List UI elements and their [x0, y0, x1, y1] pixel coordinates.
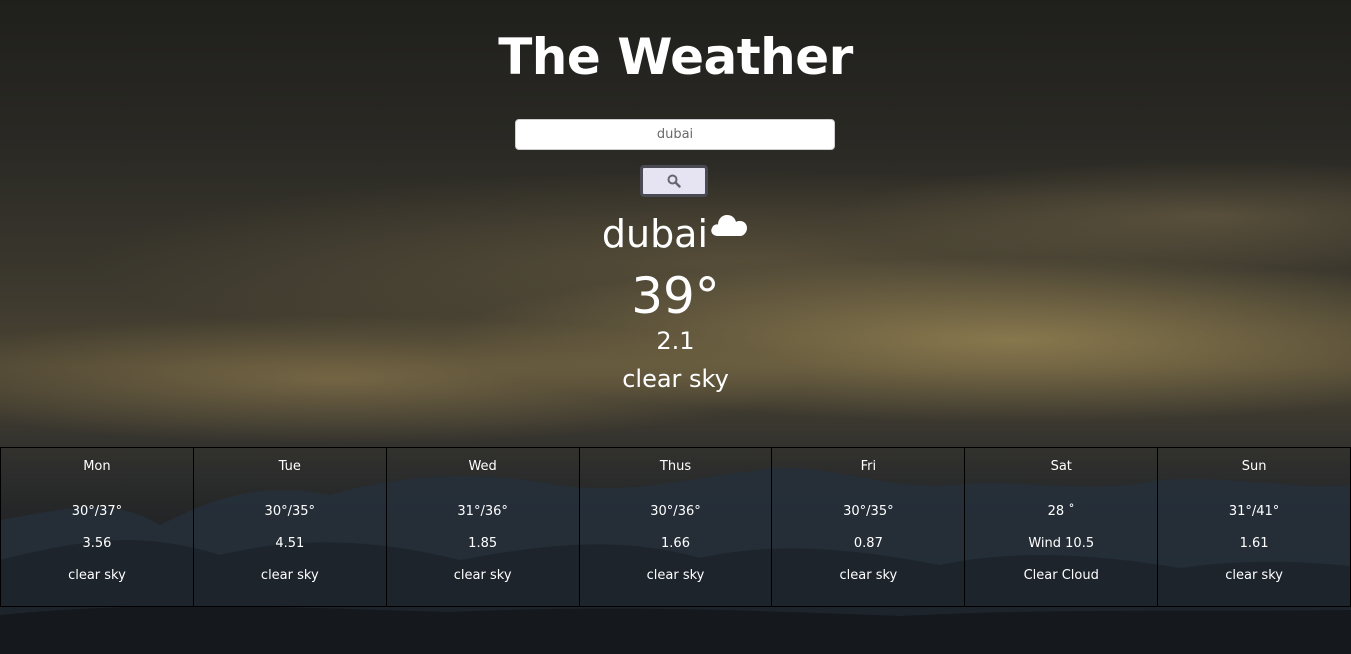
- search-button[interactable]: [640, 165, 708, 197]
- forecast-desc: clear sky: [839, 568, 898, 583]
- forecast-temp: 30°/36°: [650, 504, 701, 519]
- current-weather-header: dubai: [0, 212, 1351, 262]
- forecast-temp: 30°/35°: [264, 504, 316, 519]
- forecast-day-name: Fri: [860, 459, 877, 474]
- cloud-icon: [711, 215, 748, 236]
- forecast-day-mon: Mon 30°/37° 3.56 clear sky: [0, 447, 194, 607]
- forecast-day-wed: Wed 31°/36° 1.85 clear sky: [385, 447, 580, 607]
- forecast-desc: clear sky: [1225, 568, 1283, 583]
- forecast-day-sat: Sat 28 ˚ Wind 10.5 Clear Cloud: [964, 447, 1159, 607]
- forecast-day-name: Sun: [1241, 459, 1267, 474]
- forecast-wind: 3.56: [82, 536, 112, 551]
- forecast-temp: 28 ˚: [1047, 504, 1075, 519]
- forecast-temp: 31°/36°: [457, 504, 508, 519]
- forecast-desc: Clear Cloud: [1023, 568, 1099, 583]
- forecast-wind: 1.85: [468, 536, 498, 551]
- search-icon: [667, 174, 681, 188]
- forecast-wind: 1.61: [1239, 536, 1269, 551]
- forecast-row: Mon 30°/37° 3.56 clear sky Tue 30°/35° 4…: [0, 447, 1351, 607]
- forecast-temp: 31°/41°: [1228, 504, 1280, 519]
- forecast-wind: 1.66: [661, 536, 690, 551]
- forecast-day-name: Tue: [278, 459, 301, 474]
- forecast-temp: 30°/37°: [71, 504, 123, 519]
- forecast-day-fri: Fri 30°/35° 0.87 clear sky: [771, 447, 966, 607]
- current-wind: 2.1: [656, 327, 695, 355]
- forecast-desc: clear sky: [68, 568, 126, 583]
- page-title: The Weather: [498, 28, 853, 86]
- forecast-wind: Wind 10.5: [1028, 536, 1095, 551]
- forecast-day-tue: Tue 30°/35° 4.51 clear sky: [192, 447, 387, 607]
- current-description: clear sky: [622, 365, 729, 393]
- forecast-day-name: Thus: [659, 459, 692, 474]
- forecast-day-name: Sat: [1050, 459, 1072, 474]
- forecast-day-sun: Sun 31°/41° 1.61 clear sky: [1157, 447, 1351, 607]
- forecast-desc: clear sky: [260, 568, 319, 583]
- forecast-temp: 30°/35°: [843, 504, 894, 519]
- forecast-desc: clear sky: [453, 568, 512, 583]
- forecast-wind: 0.87: [853, 536, 883, 551]
- forecast-desc: clear sky: [646, 568, 705, 583]
- forecast-day-name: Mon: [83, 459, 111, 474]
- forecast-day-thu: Thus 30°/36° 1.66 clear sky: [578, 447, 773, 607]
- forecast-day-name: Wed: [468, 459, 497, 474]
- search-input[interactable]: [515, 119, 835, 150]
- current-temperature: 39°: [631, 267, 720, 325]
- forecast-wind: 4.51: [275, 536, 305, 551]
- city-name: dubai: [601, 212, 709, 256]
